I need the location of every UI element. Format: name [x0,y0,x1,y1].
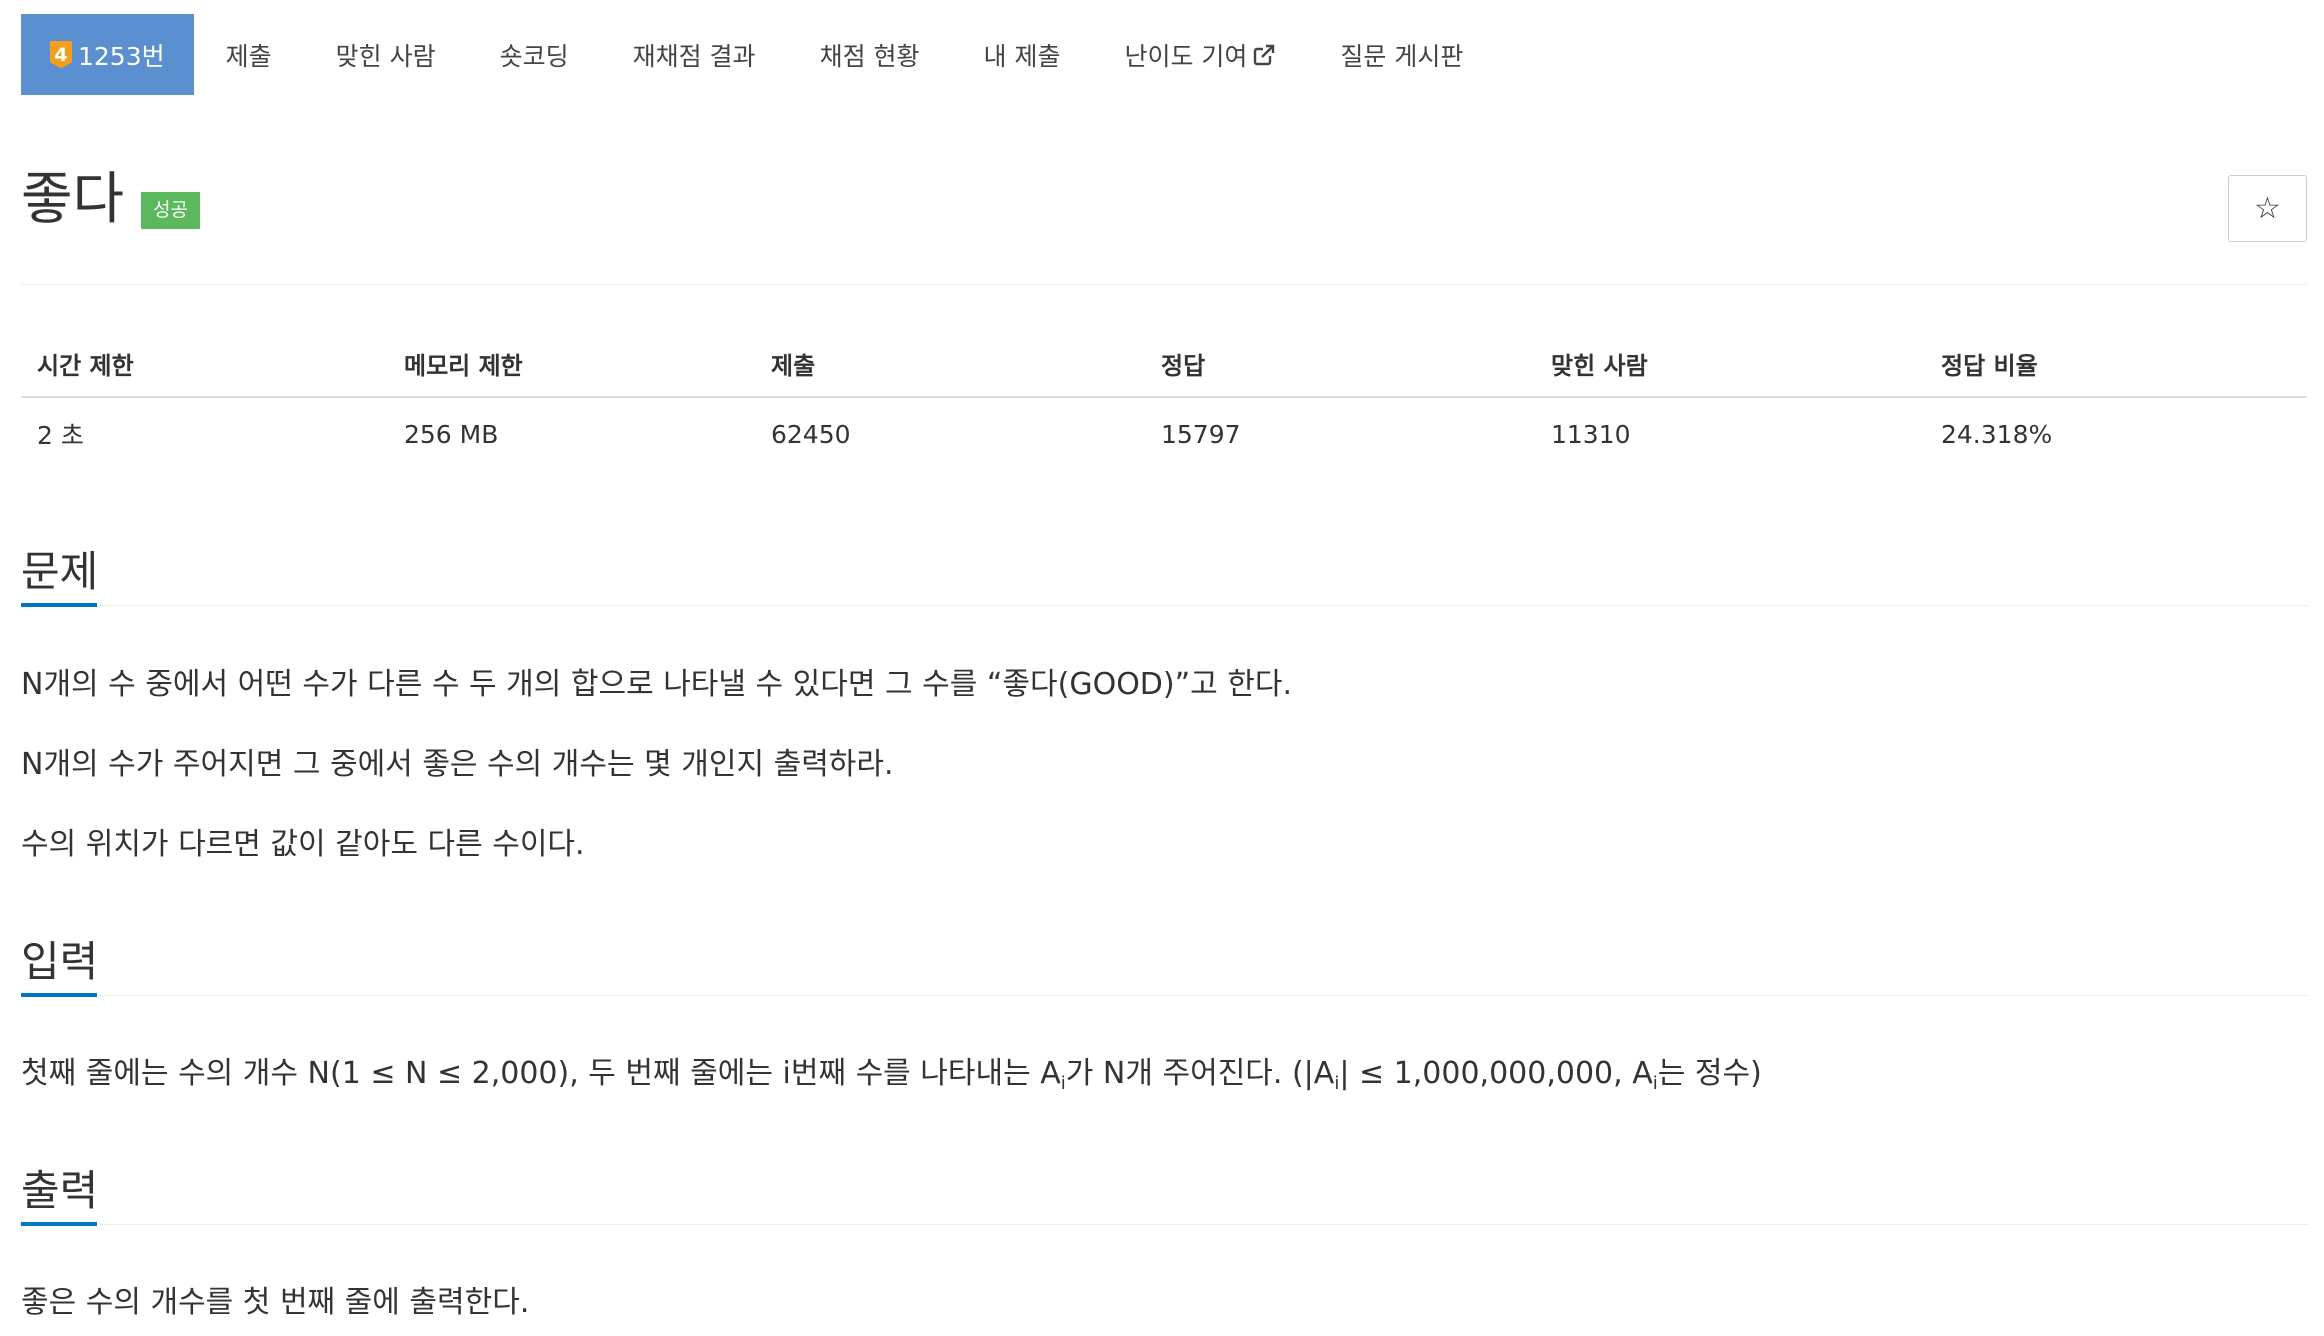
tab-question-board[interactable]: 질문 게시판 [1308,14,1495,95]
description-paragraph-1: N개의 수 중에서 어떤 수가 다른 수 두 개의 합으로 나타낼 수 있다면 … [21,667,1293,702]
problem-title: 좋다 [21,166,125,232]
tab-my-submissions-label: 내 제출 [983,41,1061,71]
tab-short-coding[interactable]: 숏코딩 [468,14,601,95]
section-underline [21,603,97,607]
tab-submit-label: 제출 [225,41,272,71]
tab-difficulty-contribution-label: 난이도 기여 [1124,41,1248,71]
input-paragraph: 첫째 줄에는 수의 개수 N(1 ≤ N ≤ 2,000), 두 번째 줄에는 … [21,1056,1762,1093]
section-description-title: 문제 [21,547,99,596]
value-accepted: 15797 [1161,419,1241,449]
tab-judge-status[interactable]: 채점 현황 [788,14,952,95]
star-button[interactable]: ☆ [2228,175,2307,242]
input-text-part-1: 첫째 줄에는 수의 개수 N(1 ≤ N ≤ 2,000), 두 번째 줄에는 … [21,1056,1061,1091]
table-header-row: 시간 제한 메모리 제한 제출 정답 맞힌 사람 정답 비율 [21,330,2307,398]
tab-rejudge-results[interactable]: 재채점 결과 [601,14,788,95]
value-time-limit: 2 초 [37,421,84,450]
section-underline [21,993,97,997]
tab-solved-users[interactable]: 맞힌 사람 [304,14,468,95]
status-badge: 성공 [141,192,201,229]
tier-badge-icon: 4 [50,40,72,69]
input-text-part-4: 는 정수) [1657,1056,1762,1091]
header-accepted: 정답 [1145,330,1535,398]
description-paragraph-2: N개의 수가 주어지면 그 중에서 좋은 수의 개수는 몇 개인지 출력하라. [21,747,894,782]
external-link-icon [1254,44,1275,65]
tab-short-coding-label: 숏코딩 [499,41,569,71]
table-row: 2 초 256 MB 62450 15797 11310 24.318% [21,397,2307,470]
tab-judge-status-label: 채점 현황 [819,41,920,71]
tab-submit[interactable]: 제출 [194,14,304,95]
header-solved-users: 맞힌 사람 [1535,330,1925,398]
header-submissions: 제출 [755,330,1145,398]
tab-difficulty-contribution[interactable]: 난이도 기여 [1092,14,1308,95]
header-time-limit: 시간 제한 [21,330,388,398]
tab-question-board-label: 질문 게시판 [1340,41,1464,71]
value-memory-limit: 256 MB [404,419,499,449]
value-solved-users: 11310 [1551,419,1631,449]
input-text-part-3: | ≤ 1,000,000,000, A [1339,1056,1653,1091]
section-input-heading: 입력 [21,925,2307,997]
value-submissions: 62450 [771,419,851,449]
tab-my-submissions[interactable]: 내 제출 [952,14,1093,95]
header-memory-limit: 메모리 제한 [388,330,755,398]
tab-problem-label: 1253번 [78,41,165,71]
problem-page: 4 1253번 제출 맞힌 사람 숏코딩 재채점 결과 채점 현황 내 제출 난… [0,0,2324,1336]
tab-solved-users-label: 맞힌 사람 [335,41,436,71]
tab-rejudge-results-label: 재채점 결과 [632,41,756,71]
value-accept-ratio: 24.318% [1941,419,2053,449]
problem-info-table: 시간 제한 메모리 제한 제출 정답 맞힌 사람 정답 비율 2 초 256 M… [21,330,2307,470]
input-text-part-2: 가 N개 주어진다. (|A [1065,1056,1335,1091]
output-paragraph: 좋은 수의 개수를 첫 번째 줄에 출력한다. [21,1285,530,1320]
star-icon: ☆ [2254,191,2281,226]
section-output-title: 출력 [21,1166,99,1215]
section-description-heading: 문제 [21,535,2307,607]
section-input-title: 입력 [21,937,99,986]
title-divider [21,284,2307,285]
description-paragraph-3: 수의 위치가 다르면 값이 같아도 다른 수이다. [21,827,585,862]
tab-problem[interactable]: 4 1253번 [21,14,194,95]
header-accept-ratio: 정답 비율 [1925,330,2307,398]
problem-tabs: 4 1253번 제출 맞힌 사람 숏코딩 재채점 결과 채점 현황 내 제출 난… [21,14,1495,95]
section-underline [21,1222,97,1226]
section-output-heading: 출력 [21,1154,2307,1226]
problem-title-row: 좋다 성공 [21,166,201,232]
